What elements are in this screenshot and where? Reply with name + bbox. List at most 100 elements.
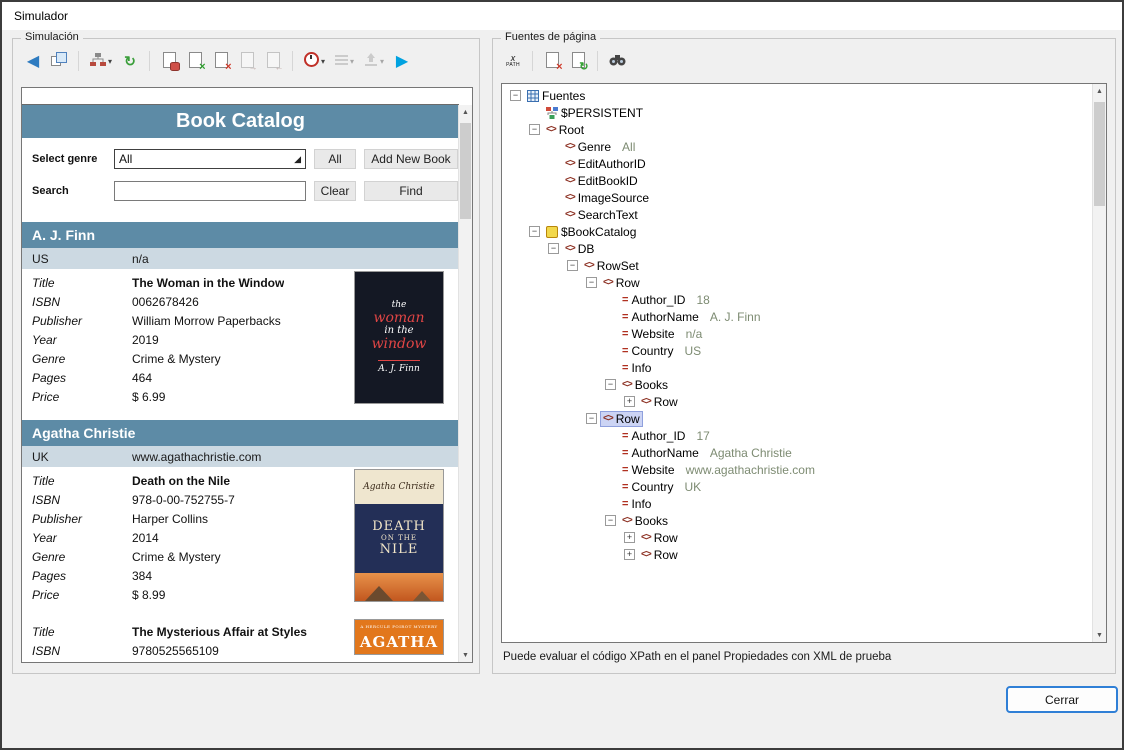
tree-node[interactable]: =Author_ID17: [506, 427, 1092, 444]
tree-scrollbar-thumb[interactable]: [1094, 102, 1105, 206]
tree-node[interactable]: =AuthorNameAgatha Christie: [506, 444, 1092, 461]
tree-node[interactable]: −<>DB: [506, 240, 1092, 257]
attribute-icon: =: [622, 481, 628, 493]
find-button[interactable]: [605, 49, 630, 73]
tree-node[interactable]: =AuthorNameA. J. Finn: [506, 308, 1092, 325]
tree-node[interactable]: −<>RowSet: [506, 257, 1092, 274]
find-button[interactable]: Find: [364, 181, 458, 201]
tree-node[interactable]: =CountryUS: [506, 342, 1092, 359]
xpath-icon: xPATH: [506, 54, 520, 68]
book-cover: A HERCULE POIROT MYSTERYAGATHA: [355, 620, 443, 654]
tree-scrollbar[interactable]: ▲ ▼: [1092, 84, 1106, 642]
scroll-up-icon[interactable]: ▲: [459, 105, 472, 119]
scroll-down-icon[interactable]: ▼: [1093, 628, 1106, 642]
tree-node-label: $BookCatalog: [561, 225, 636, 239]
tree-node[interactable]: <>EditBookID: [506, 172, 1092, 189]
tree-node[interactable]: <>GenreAll: [506, 138, 1092, 155]
book-cover: thewomanin thewindowA. J. Finn: [355, 272, 443, 403]
sources-root-icon: [527, 90, 539, 102]
tree-node-label: Row: [654, 395, 678, 409]
tree-node[interactable]: $PERSISTENT: [506, 104, 1092, 121]
tree-node-label: Info: [631, 497, 651, 511]
tree-node-value: Agatha Christie: [710, 446, 792, 460]
timers-button[interactable]: ▾: [300, 49, 329, 73]
page-tree-button[interactable]: ▾: [86, 49, 116, 73]
element-icon: <>: [603, 413, 613, 424]
book-details: TitleThe Woman in the WindowISBN00626784…: [22, 269, 459, 412]
cover-art: [355, 573, 443, 601]
tree-expander[interactable]: −: [586, 413, 597, 424]
tree-node-box: $BookCatalog: [543, 224, 639, 240]
cover-text: A HERCULE POIROT MYSTERY: [360, 624, 437, 629]
tree-expander[interactable]: +: [624, 396, 635, 407]
persistent-icon: [546, 107, 558, 119]
back-button[interactable]: ◀: [21, 49, 45, 73]
tree-expander[interactable]: −: [586, 277, 597, 288]
app-scrollbar[interactable]: ▲ ▼: [458, 105, 472, 662]
tree-expander[interactable]: −: [529, 226, 540, 237]
tree-node[interactable]: =Websiten/a: [506, 325, 1092, 342]
genre-combobox-value: All: [119, 152, 132, 166]
reset-xml-button[interactable]: ×: [540, 49, 564, 73]
tree-expander[interactable]: +: [624, 549, 635, 560]
field-label: Pages: [32, 371, 132, 385]
tree-node[interactable]: =Info: [506, 495, 1092, 512]
tree-node[interactable]: −<>Row: [506, 410, 1092, 427]
tree-node[interactable]: +<>Row: [506, 393, 1092, 410]
tree-node[interactable]: <>EditAuthorID: [506, 155, 1092, 172]
add-new-book-button[interactable]: Add New Book: [364, 149, 458, 169]
tree-expander[interactable]: −: [605, 379, 616, 390]
refresh-button[interactable]: ↻: [118, 49, 142, 73]
tree-expander[interactable]: −: [529, 124, 540, 135]
attribute-icon: =: [622, 447, 628, 459]
attribute-icon: =: [622, 345, 628, 357]
evaluate-xpath-button[interactable]: xPATH: [501, 49, 525, 73]
tree-node-label: Root: [559, 123, 584, 137]
element-icon: <>: [622, 515, 632, 526]
tree-node[interactable]: −<>Row: [506, 274, 1092, 291]
tree-node-label: SearchText: [578, 208, 638, 222]
dropdown-caret-icon: ▾: [108, 57, 112, 66]
tree-expander[interactable]: −: [605, 515, 616, 526]
revert-data-button[interactable]: ×: [183, 49, 207, 73]
tree-expander[interactable]: −: [548, 243, 559, 254]
tree-expander[interactable]: −: [510, 90, 521, 101]
tree-node[interactable]: −Fuentes: [506, 87, 1092, 104]
tree-node[interactable]: −<>Books: [506, 512, 1092, 529]
tree-expander[interactable]: −: [567, 260, 578, 271]
tree-node[interactable]: =Websitewww.agathachristie.com: [506, 461, 1092, 478]
reload-xml-button[interactable]: ↻: [566, 49, 590, 73]
tree-expander[interactable]: +: [624, 532, 635, 543]
tree-node[interactable]: +<>Row: [506, 546, 1092, 563]
tree-node-label: RowSet: [597, 259, 639, 273]
tree-node-label: Row: [654, 548, 678, 562]
play-button[interactable]: ▶: [390, 49, 414, 73]
close-button[interactable]: Cerrar: [1006, 686, 1118, 713]
search-input[interactable]: [114, 181, 306, 201]
tree-node[interactable]: =Info: [506, 359, 1092, 376]
tree-node[interactable]: − $BookCatalog: [506, 223, 1092, 240]
page-sources-treebox: −Fuentes$PERSISTENT−<>Root<>GenreAll<>Ed…: [501, 83, 1107, 643]
clear-data-button[interactable]: ×: [209, 49, 233, 73]
tree-node[interactable]: −<>Books: [506, 376, 1092, 393]
tree-node[interactable]: =CountryUK: [506, 478, 1092, 495]
tree-node-box: <>Root: [543, 122, 587, 138]
clear-button[interactable]: Clear: [314, 181, 356, 201]
genre-combobox[interactable]: All ◢: [114, 149, 306, 169]
save-page-data-button[interactable]: [157, 49, 181, 73]
tree-node[interactable]: +<>Row: [506, 529, 1092, 546]
search-row: Search Clear Find: [32, 180, 459, 202]
tree-node[interactable]: −<>Root: [506, 121, 1092, 138]
tree-node[interactable]: <>SearchText: [506, 206, 1092, 223]
cover-text: woman: [373, 311, 424, 326]
tree-node-box: <>Row: [638, 394, 681, 410]
open-subpage-button[interactable]: [47, 49, 71, 73]
scroll-down-icon[interactable]: ▼: [459, 648, 472, 662]
all-button[interactable]: All: [314, 149, 356, 169]
tree-node[interactable]: <>ImageSource: [506, 189, 1092, 206]
scroll-up-icon[interactable]: ▲: [1093, 84, 1106, 98]
tree-node[interactable]: =Author_ID18: [506, 291, 1092, 308]
element-icon: <>: [641, 396, 651, 407]
page-sources-groupbox: Fuentes de página xPATH×↻ −Fuentes$PERSI…: [492, 38, 1116, 674]
app-scrollbar-thumb[interactable]: [460, 123, 471, 219]
